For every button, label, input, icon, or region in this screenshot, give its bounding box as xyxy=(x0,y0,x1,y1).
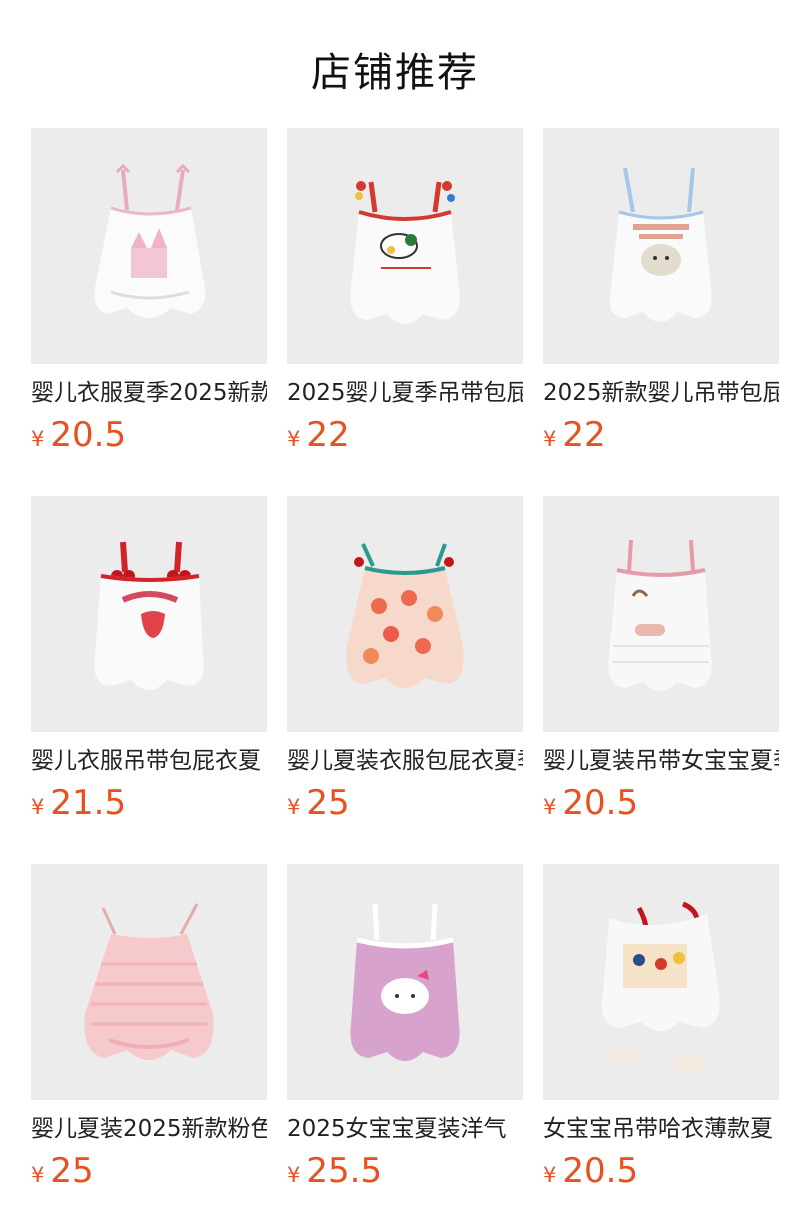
product-image[interactable] xyxy=(287,864,523,1100)
product-price: ¥20.5 xyxy=(543,1152,779,1190)
product-card[interactable]: 2025新款婴儿吊带包屁衣 ¥22 xyxy=(543,128,779,454)
cherry-strawberry-romper-image xyxy=(31,496,267,732)
product-card[interactable]: 女宝宝吊带哈衣薄款夏 ¥20.5 xyxy=(543,864,779,1190)
page-title: 店铺推荐 xyxy=(311,50,479,96)
price-value: 21.5 xyxy=(50,783,127,823)
product-image[interactable] xyxy=(287,128,523,364)
red-strap-dog-romper-image xyxy=(287,128,523,364)
product-card[interactable]: 婴儿衣服夏季2025新款 ¥20.5 xyxy=(31,128,267,454)
currency-symbol: ¥ xyxy=(31,427,45,451)
price-value: 20.5 xyxy=(50,415,127,455)
product-card[interactable]: 婴儿夏装2025新款粉色 ¥25 xyxy=(31,864,267,1190)
product-price: ¥20.5 xyxy=(543,784,779,822)
currency-symbol: ¥ xyxy=(543,795,557,819)
currency-symbol: ¥ xyxy=(287,427,301,451)
product-image[interactable] xyxy=(31,864,267,1100)
product-price: ¥25 xyxy=(31,1152,267,1190)
blue-strap-cat-romper-image xyxy=(543,128,779,364)
product-price: ¥25.5 xyxy=(287,1152,523,1190)
price-value: 22 xyxy=(562,415,606,455)
currency-symbol: ¥ xyxy=(543,427,557,451)
price-value: 22 xyxy=(306,415,350,455)
currency-symbol: ¥ xyxy=(287,1163,301,1187)
product-name[interactable]: 婴儿夏装2025新款粉色 xyxy=(31,1114,267,1144)
product-name[interactable]: 婴儿衣服夏季2025新款 xyxy=(31,378,267,408)
product-name[interactable]: 婴儿夏装吊带女宝宝夏季 xyxy=(543,746,779,776)
product-name[interactable]: 婴儿夏装衣服包屁衣夏季 xyxy=(287,746,523,776)
product-card[interactable]: 婴儿夏装衣服包屁衣夏季 ¥25 xyxy=(287,496,523,822)
price-value: 25 xyxy=(50,1151,94,1191)
cartoon-romper-shoes-image xyxy=(543,864,779,1100)
price-value: 20.5 xyxy=(562,1151,639,1191)
pink-ruffle-romper-image xyxy=(31,864,267,1100)
product-card[interactable]: 2025婴儿夏季吊带包屁衣 ¥22 xyxy=(287,128,523,454)
currency-symbol: ¥ xyxy=(287,795,301,819)
currency-symbol: ¥ xyxy=(543,1163,557,1187)
product-card[interactable]: 婴儿衣服吊带包屁衣夏 ¥21.5 xyxy=(31,496,267,822)
price-value: 25.5 xyxy=(306,1151,383,1191)
pink-castle-romper-image xyxy=(31,128,267,364)
tulip-print-romper-image xyxy=(287,496,523,732)
product-card[interactable]: 2025女宝宝夏装洋气 ¥25.5 xyxy=(287,864,523,1190)
product-name[interactable]: 2025新款婴儿吊带包屁衣 xyxy=(543,378,779,408)
pink-trim-dog-romper-image xyxy=(543,496,779,732)
product-name[interactable]: 2025女宝宝夏装洋气 xyxy=(287,1114,523,1144)
product-image[interactable] xyxy=(543,128,779,364)
product-image[interactable] xyxy=(287,496,523,732)
product-name[interactable]: 女宝宝吊带哈衣薄款夏 xyxy=(543,1114,779,1144)
price-value: 20.5 xyxy=(562,783,639,823)
price-value: 25 xyxy=(306,783,350,823)
hello-kitty-romper-image xyxy=(287,864,523,1100)
product-image[interactable] xyxy=(543,496,779,732)
product-name[interactable]: 2025婴儿夏季吊带包屁衣 xyxy=(287,378,523,408)
product-price: ¥22 xyxy=(287,416,523,454)
product-name[interactable]: 婴儿衣服吊带包屁衣夏 xyxy=(31,746,267,776)
product-image[interactable] xyxy=(31,496,267,732)
product-image[interactable] xyxy=(543,864,779,1100)
product-price: ¥22 xyxy=(543,416,779,454)
product-card[interactable]: 婴儿夏装吊带女宝宝夏季 ¥20.5 xyxy=(543,496,779,822)
currency-symbol: ¥ xyxy=(31,795,45,819)
product-price: ¥25 xyxy=(287,784,523,822)
currency-symbol: ¥ xyxy=(31,1163,45,1187)
product-image[interactable] xyxy=(31,128,267,364)
product-price: ¥20.5 xyxy=(31,416,267,454)
product-price: ¥21.5 xyxy=(31,784,267,822)
